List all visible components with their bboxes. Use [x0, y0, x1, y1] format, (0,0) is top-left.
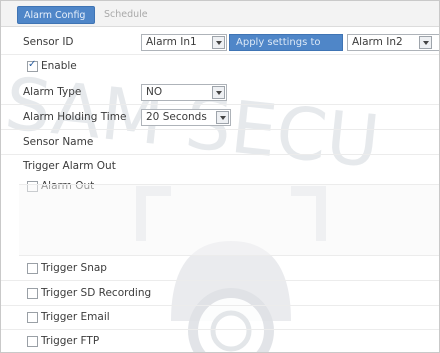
sensor-name-row: Sensor Name	[1, 131, 439, 155]
alarm-type-label: Alarm Type	[23, 86, 82, 98]
enable-row: Enable	[1, 55, 439, 79]
trigger-snap-label: Trigger Snap	[41, 262, 107, 274]
trigger-sd-recording-label: Trigger SD Recording	[41, 287, 152, 299]
trigger-email-label: Trigger Email	[41, 311, 110, 323]
trigger-email-row: Trigger Email	[1, 306, 439, 330]
apply-settings-button[interactable]: Apply settings to	[229, 34, 343, 51]
alarm-type-select[interactable]: NO	[141, 84, 227, 101]
sensor-id-select[interactable]: Alarm In1	[141, 34, 227, 51]
trigger-snap-checkbox[interactable]	[27, 263, 38, 274]
trigger-ftp-row: Trigger FTP	[1, 330, 439, 352]
alarm-type-row: Alarm Type NO	[1, 81, 439, 105]
trigger-ftp-label: Trigger FTP	[41, 335, 100, 347]
sensor-id-value: Alarm In1	[146, 36, 197, 48]
chevron-down-icon	[212, 36, 225, 49]
holding-time-select[interactable]: 20 Seconds	[141, 109, 231, 126]
trigger-ftp-checkbox[interactable]	[27, 336, 38, 347]
sensor-name-label: Sensor Name	[23, 136, 94, 148]
chevron-down-icon	[216, 111, 229, 124]
enable-label: Enable	[41, 60, 77, 72]
tab-bar: Alarm Config Schedule	[1, 1, 439, 27]
chevron-down-icon	[212, 86, 225, 99]
trigger-alarm-out-row: Trigger Alarm Out	[1, 155, 439, 179]
holding-time-label: Alarm Holding Time	[23, 111, 127, 123]
trigger-email-checkbox[interactable]	[27, 312, 38, 323]
apply-target-value: Alarm In2	[352, 36, 403, 48]
enable-checkbox[interactable]	[27, 59, 38, 72]
trigger-sd-recording-row: Trigger SD Recording	[1, 282, 439, 306]
alarm-config-panel: SAM SECU Alarm Config Schedule Sensor ID…	[0, 0, 440, 353]
holding-time-row: Alarm Holding Time 20 Seconds	[1, 106, 439, 130]
tab-alarm-config[interactable]: Alarm Config	[17, 6, 95, 24]
holding-time-value: 20 Seconds	[146, 111, 207, 123]
trigger-snap-row: Trigger Snap	[1, 257, 439, 281]
trigger-sd-recording-checkbox[interactable]	[27, 288, 38, 299]
apply-target-select[interactable]: Alarm In2	[347, 34, 439, 51]
trigger-alarm-out-label: Trigger Alarm Out	[23, 160, 116, 172]
tab-schedule[interactable]: Schedule	[98, 6, 158, 24]
sensor-id-row: Sensor ID Alarm In1 Apply settings to Al…	[1, 31, 439, 55]
alarm-out-list	[19, 184, 439, 256]
alarm-type-value: NO	[146, 86, 163, 98]
chevron-down-icon	[419, 36, 432, 49]
sensor-id-label: Sensor ID	[23, 36, 74, 48]
